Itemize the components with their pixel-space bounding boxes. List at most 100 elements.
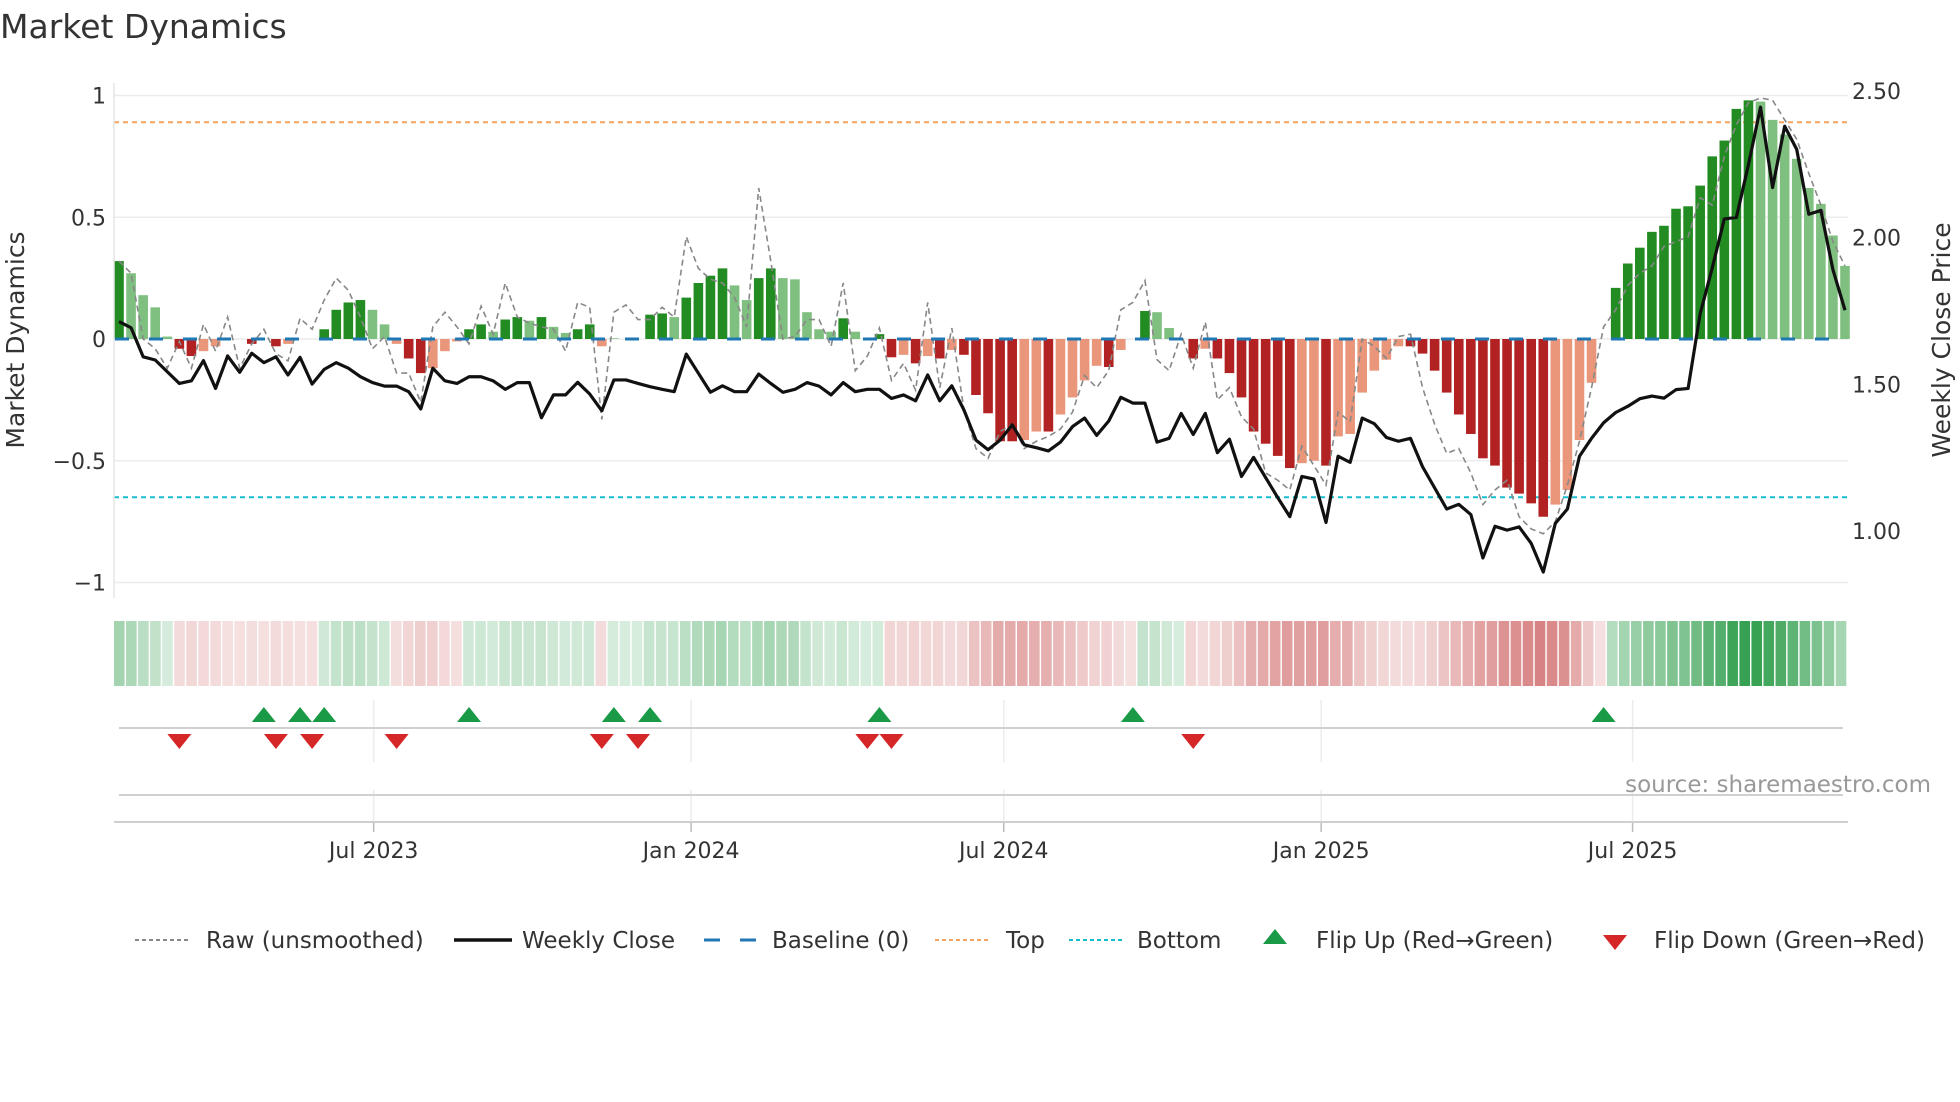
dynamics-bar: [910, 339, 921, 364]
heat-strip-cell: [1498, 621, 1510, 686]
dynamics-bar: [367, 309, 378, 339]
y-tick-label-right: 2.00: [1852, 227, 1901, 252]
dynamics-bar: [717, 268, 728, 339]
dynamics-bar: [1562, 339, 1573, 490]
heat-strip-cell: [463, 621, 474, 686]
dynamics-bar: [705, 275, 716, 339]
dynamics-bar: [1381, 339, 1392, 360]
x-tick-label: Jul 2025: [1586, 839, 1678, 864]
heat-strip-cell: [294, 621, 306, 686]
dynamics-bar: [681, 297, 692, 339]
heat-strip-cell: [1305, 621, 1317, 686]
dynamics-bar: [1116, 339, 1126, 350]
dynamics-bar: [1647, 231, 1657, 339]
dynamics-bar: [1333, 339, 1343, 437]
heat-strip-cell: [1004, 621, 1016, 686]
flip-up-marker: [1120, 707, 1145, 722]
x-tick-label: Jul 2024: [957, 839, 1049, 864]
heat-strip-cell: [920, 621, 932, 686]
heat-strip-cell: [114, 621, 125, 686]
dynamics-bar: [1671, 208, 1681, 339]
dynamics-bar: [186, 339, 197, 357]
heat-strip-cell: [824, 621, 835, 686]
heat-strip-cell: [1257, 621, 1269, 686]
dynamics-bar: [1610, 287, 1621, 339]
heat-strip-cell: [1293, 621, 1305, 686]
dynamics-bar: [271, 339, 281, 347]
heat-strip-cell: [1041, 621, 1052, 686]
dynamics-bar: [1417, 339, 1428, 354]
dynamics-bar: [1224, 339, 1235, 374]
flip-up-marker: [601, 707, 626, 722]
heat-strip-cell: [1799, 621, 1811, 686]
x-tick-label: Jul 2023: [327, 839, 419, 864]
legend-label: Weekly Close: [522, 928, 675, 954]
heat-strip-cell: [1522, 621, 1534, 686]
heat-strip-cell: [1534, 621, 1546, 686]
heat-strip-cell: [860, 621, 872, 686]
grid: [114, 94, 1848, 822]
dynamics-bar: [778, 278, 788, 339]
heat-strip-cell: [1354, 621, 1365, 686]
heat-strip-cell: [1558, 621, 1570, 686]
dynamics-bar: [1635, 247, 1645, 339]
heat-strip-cell: [1450, 621, 1462, 686]
heat-strip-cell: [1065, 621, 1076, 686]
dynamics-bar: [1453, 339, 1464, 415]
heat-strip-cell: [1594, 621, 1606, 686]
heat-strip-cell: [992, 621, 1004, 686]
dynamics-bar: [403, 339, 414, 359]
heat-strip-cell: [342, 621, 354, 686]
heat-strip-cell: [1330, 621, 1341, 686]
heat-strip-cell: [1570, 621, 1582, 686]
dynamics-bar: [1067, 339, 1078, 398]
flip-down-marker: [300, 734, 325, 749]
flip-up-marker: [288, 707, 313, 722]
heat-strip-cell: [1378, 621, 1389, 686]
heat-strip-cell: [1173, 621, 1185, 686]
dynamics-bar: [1079, 339, 1090, 381]
dynamics-bar: [1526, 339, 1536, 504]
dynamics-bar: [114, 261, 124, 339]
heat-strip-cell: [246, 621, 258, 686]
flip-down-marker: [167, 734, 192, 749]
heat-strip-cell: [1269, 621, 1281, 686]
heat-strip-cell: [1017, 621, 1028, 686]
dynamics-bar: [1514, 339, 1524, 494]
dynamics-bar: [476, 324, 486, 339]
dynamics-bar: [1284, 339, 1295, 469]
heat-strip-cell: [836, 621, 847, 686]
heat-strip-cell: [378, 621, 390, 686]
heat-strip-cell: [716, 621, 727, 686]
heat-strip-cell: [390, 621, 402, 686]
heat-strip-cell: [535, 621, 546, 686]
heat-strip-cell: [1414, 621, 1425, 686]
dynamics-bar: [1309, 339, 1319, 461]
dynamics-bar: [790, 279, 800, 339]
heat-strip-cell: [583, 621, 595, 686]
dynamics-bar: [934, 339, 945, 359]
dynamics-bar: [524, 320, 535, 339]
legend-label: Baseline (0): [772, 928, 909, 954]
heat-strip-cell: [980, 621, 992, 686]
heat-strip-cell: [1643, 621, 1654, 686]
dynamics-bar: [1731, 108, 1742, 339]
dynamics-bar: [1622, 263, 1633, 339]
y-tick-label-right: 1.00: [1852, 520, 1901, 545]
dynamics-bar: [1357, 339, 1368, 393]
heat-strip-cell: [366, 621, 378, 686]
dynamics-bar: [1321, 339, 1331, 466]
dynamics-bar: [983, 339, 993, 414]
heat-strip-cell: [354, 621, 366, 686]
dynamics-bar: [922, 339, 933, 357]
dynamics-bar: [1248, 339, 1259, 432]
heat-strip-cell: [150, 621, 161, 686]
heat-strip-cell: [1715, 621, 1726, 686]
dynamics-bar: [1164, 328, 1174, 339]
dynamics-bar: [693, 282, 704, 339]
heat-strip-cell: [282, 621, 294, 686]
heat-strip-cell: [415, 621, 426, 686]
heat-strip-cell: [932, 621, 944, 686]
heat-strip-cell: [788, 621, 799, 686]
heat-strip-cell: [764, 621, 775, 686]
